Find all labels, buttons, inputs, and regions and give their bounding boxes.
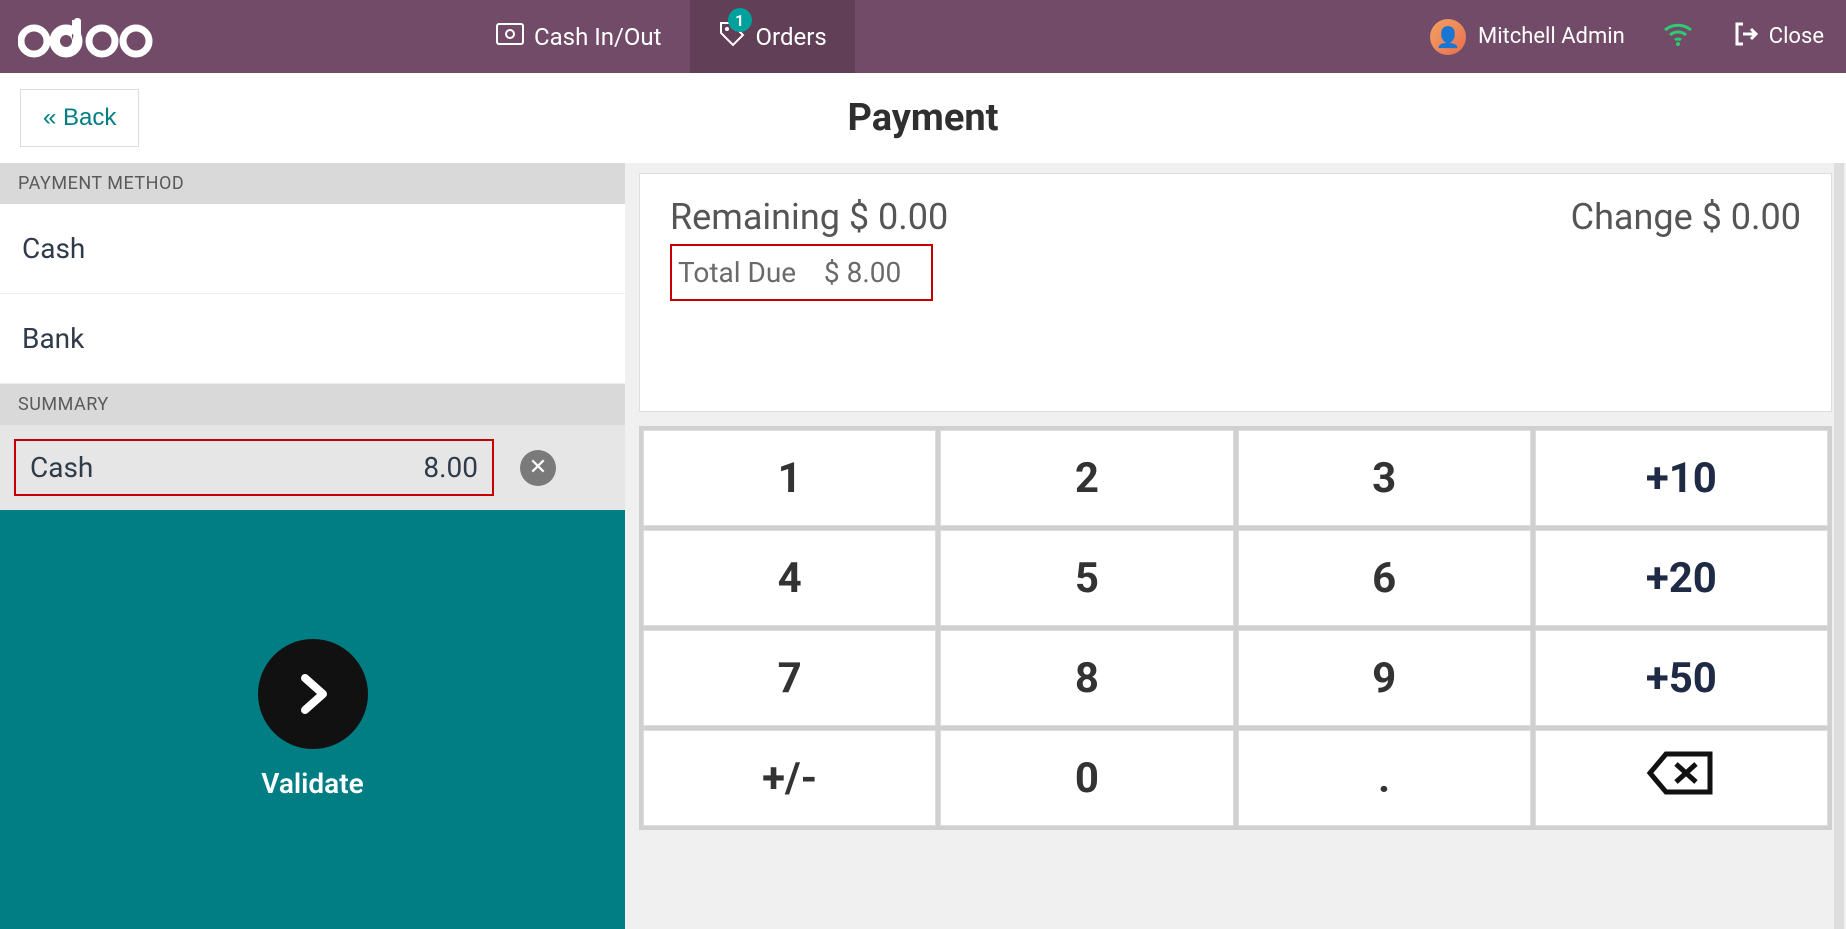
numkey-plus50[interactable]: +50	[1535, 630, 1828, 726]
left-column: PAYMENT METHOD Cash Bank SUMMARY Cash 8.…	[0, 163, 625, 929]
payment-method-cash[interactable]: Cash	[0, 204, 625, 294]
top-bar: Cash In/Out 1 Orders 👤 Mitchell Admin Cl…	[0, 0, 1846, 73]
close-label: Close	[1769, 24, 1824, 49]
summary-amount: 8.00	[423, 451, 478, 484]
numkey-0[interactable]: 0	[940, 730, 1233, 826]
numkey-plus10[interactable]: +10	[1535, 430, 1828, 526]
close-button[interactable]: Close	[1711, 21, 1846, 53]
numkey-1[interactable]: 1	[643, 430, 936, 526]
numkey-dot[interactable]: .	[1238, 730, 1531, 826]
cash-in-out-button[interactable]: Cash In/Out	[468, 0, 690, 73]
numpad: 1 2 3 +10 4 5 6 +20 7 8 9 +50 +/- 0 .	[639, 426, 1832, 830]
odoo-logo[interactable]	[18, 15, 158, 59]
user-name: Mitchell Admin	[1478, 24, 1625, 49]
summary-header: SUMMARY	[0, 384, 625, 425]
change-value: $ 0.00	[1702, 196, 1801, 238]
numkey-7[interactable]: 7	[643, 630, 936, 726]
orders-label: Orders	[756, 23, 827, 51]
numkey-4[interactable]: 4	[643, 530, 936, 626]
remaining-label: Remaining	[670, 196, 840, 238]
payment-method-header: PAYMENT METHOD	[0, 163, 625, 204]
summary-line[interactable]: Cash 8.00 ✕	[0, 425, 625, 510]
total-due-box: Total Due $ 8.00	[670, 244, 933, 301]
avatar: 👤	[1430, 19, 1466, 55]
total-due-value: $ 8.00	[824, 256, 901, 289]
orders-badge: 1	[728, 8, 752, 32]
numkey-6[interactable]: 6	[1238, 530, 1531, 626]
validate-button[interactable]: Validate	[0, 510, 625, 929]
numkey-5[interactable]: 5	[940, 530, 1233, 626]
back-label: Back	[63, 104, 116, 131]
validate-label: Validate	[261, 767, 363, 800]
amounts-card: Remaining $ 0.00 Change $ 0.00 Total Due…	[639, 173, 1832, 412]
right-column: Remaining $ 0.00 Change $ 0.00 Total Due…	[625, 163, 1846, 929]
numkey-plus20[interactable]: +20	[1535, 530, 1828, 626]
chevron-right-icon	[258, 639, 368, 749]
header-row: « Back Payment	[0, 73, 1846, 163]
total-due-label: Total Due	[678, 256, 796, 289]
scrollbar[interactable]	[1834, 163, 1844, 929]
numkey-backspace[interactable]	[1535, 730, 1828, 826]
back-button[interactable]: « Back	[20, 89, 139, 147]
remaining-value: $ 0.00	[849, 196, 948, 238]
logout-icon	[1733, 21, 1759, 53]
numkey-2[interactable]: 2	[940, 430, 1233, 526]
backspace-icon	[1646, 750, 1716, 807]
numkey-9[interactable]: 9	[1238, 630, 1531, 726]
payment-method-bank[interactable]: Bank	[0, 294, 625, 384]
numkey-plus-minus[interactable]: +/-	[643, 730, 936, 826]
cash-in-out-label: Cash In/Out	[534, 23, 662, 51]
chevron-left-icon: «	[43, 104, 56, 131]
user-menu[interactable]: 👤 Mitchell Admin	[1410, 19, 1645, 55]
delete-line-button[interactable]: ✕	[520, 450, 556, 486]
summary-method: Cash	[30, 451, 93, 484]
numkey-3[interactable]: 3	[1238, 430, 1531, 526]
orders-button[interactable]: 1 Orders	[690, 0, 855, 73]
cash-icon	[496, 23, 524, 51]
numkey-8[interactable]: 8	[940, 630, 1233, 726]
change-label: Change	[1571, 196, 1693, 238]
close-icon: ✕	[529, 455, 547, 480]
page-title: Payment	[847, 96, 998, 140]
wifi-icon	[1645, 22, 1711, 52]
